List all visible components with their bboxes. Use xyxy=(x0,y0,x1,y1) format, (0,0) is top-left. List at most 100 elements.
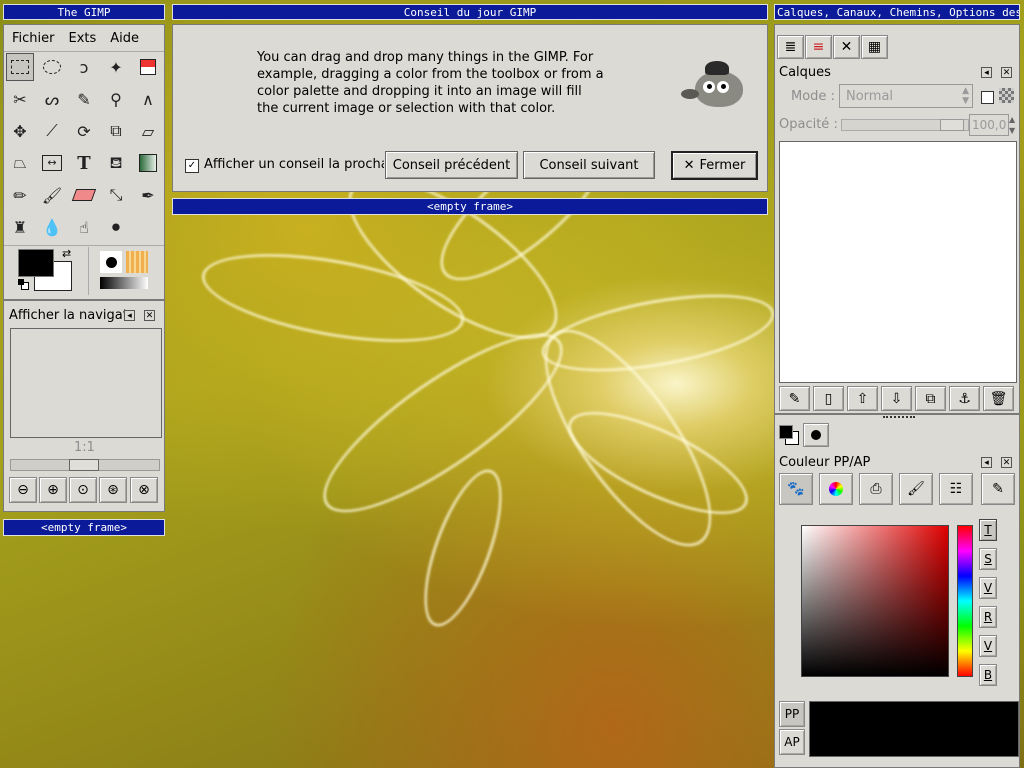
smudge-icon[interactable]: ☝ xyxy=(70,213,98,241)
navigation-zoom-slider[interactable] xyxy=(10,459,160,471)
close-icon[interactable]: ✕ xyxy=(1001,457,1012,468)
eraser-icon[interactable] xyxy=(70,181,98,209)
foreground-color-swatch[interactable] xyxy=(18,249,54,277)
zoom-one-button[interactable]: ⊙ xyxy=(69,477,97,503)
measure-icon[interactable]: ∧ xyxy=(134,85,162,113)
duplicate-layer-button[interactable]: ⧉ xyxy=(915,386,946,411)
shear-icon[interactable]: ▱ xyxy=(134,117,162,145)
dock-menu-icon[interactable]: ◂ xyxy=(124,310,135,321)
eyedropper-button[interactable]: ✎ xyxy=(981,473,1015,505)
bg-color-toggle[interactable]: AP xyxy=(779,729,805,755)
pattern-preview[interactable] xyxy=(126,251,148,273)
fg-color-toggle[interactable]: PP xyxy=(779,701,805,727)
fg-bg-mini-icon[interactable] xyxy=(779,425,799,445)
scales-button[interactable]: ☷ xyxy=(939,473,973,505)
move-icon[interactable]: ✥ xyxy=(6,117,34,145)
raise-layer-button[interactable]: ⇧ xyxy=(847,386,878,411)
zoom-out-button[interactable]: ⊖ xyxy=(9,477,37,503)
slider-handle[interactable] xyxy=(69,459,99,471)
layers-dock-titlebar[interactable]: Calques, Canaux, Chemins, Options des... xyxy=(774,4,1020,20)
gimp-selector-button[interactable]: 🐾 xyxy=(779,473,813,505)
channel-v-button[interactable]: V xyxy=(979,577,997,599)
zoom-fit-button[interactable]: ⊛ xyxy=(99,477,127,503)
channel-s-button[interactable]: S xyxy=(979,548,997,570)
color-picker-icon[interactable]: ✎ xyxy=(70,85,98,113)
next-tip-button[interactable]: Conseil suivant xyxy=(523,151,655,179)
crop-icon[interactable]: ⟋ xyxy=(38,117,66,145)
show-tip-checkbox[interactable]: ✓ xyxy=(185,159,199,173)
scissors-icon[interactable]: ✂ xyxy=(6,85,34,113)
lower-layer-button[interactable]: ⇩ xyxy=(881,386,912,411)
zoom-in-button[interactable]: ⊕ xyxy=(39,477,67,503)
zoom-icon[interactable]: ⚲ xyxy=(102,85,130,113)
flip-icon[interactable]: ↔ xyxy=(38,149,66,177)
default-colors-icon[interactable] xyxy=(18,279,29,290)
mode-value: Normal xyxy=(846,89,894,104)
dodge-burn-icon[interactable]: ⚫ xyxy=(102,213,130,241)
opacity-slider[interactable] xyxy=(841,119,969,131)
blend-icon[interactable] xyxy=(134,149,162,177)
close-icon[interactable]: ✕ xyxy=(144,310,155,321)
previous-tip-button[interactable]: Conseil précédent xyxy=(385,151,518,179)
paths-icon[interactable]: ᔕ xyxy=(38,85,66,113)
color-select-icon[interactable] xyxy=(134,53,162,81)
toolbox-menu-separator xyxy=(4,51,164,52)
show-tip-label[interactable]: Afficher un conseil la prochai xyxy=(204,157,384,172)
mode-select[interactable]: Normal ▲ ▼ xyxy=(839,84,973,108)
anchor-layer-button[interactable]: ⚓ xyxy=(949,386,980,411)
pencil-icon[interactable]: ✏ xyxy=(6,181,34,209)
scale-icon[interactable]: ⧉ xyxy=(102,117,130,145)
close-button[interactable]: ✕ Fermer xyxy=(671,151,758,180)
dock-menu-icon[interactable]: ◂ xyxy=(981,67,992,78)
tip-dialog-titlebar[interactable]: Conseil du jour GIMP xyxy=(172,4,768,20)
ink-icon[interactable]: ✒ xyxy=(134,181,162,209)
zoom-shrink-button[interactable]: ⊗ xyxy=(130,477,158,503)
toolbox-titlebar[interactable]: The GIMP xyxy=(3,4,165,20)
dock-menu-icon[interactable]: ◂ xyxy=(981,457,992,468)
channel-g-button[interactable]: V xyxy=(979,635,997,657)
menu-aide[interactable]: Aide xyxy=(110,31,139,46)
swap-colors-icon[interactable]: ⇄ xyxy=(62,247,71,260)
menu-exts[interactable]: Exts xyxy=(69,31,97,46)
ellipse-select-icon[interactable] xyxy=(38,53,66,81)
opacity-spinbox[interactable]: 100,0 xyxy=(969,114,1009,136)
brush-preview[interactable] xyxy=(100,251,122,273)
lasso-icon[interactable]: ↄ xyxy=(70,53,98,81)
rect-select-icon[interactable] xyxy=(6,53,34,81)
paintbrush-icon[interactable]: 🖌 xyxy=(38,181,66,209)
rotate-icon[interactable]: ⟳ xyxy=(70,117,98,145)
brush-mini-button[interactable] xyxy=(803,423,829,447)
perspective-icon[interactable]: ⏢ xyxy=(6,149,34,177)
cmyk-button[interactable]: ⎙ xyxy=(859,473,893,505)
gradient-preview[interactable] xyxy=(100,277,148,289)
convolve-icon[interactable]: 💧 xyxy=(38,213,66,241)
spin-arrows-icon[interactable]: ▲ ▼ xyxy=(1009,114,1019,136)
delete-layer-button[interactable]: 🗑 xyxy=(983,386,1014,411)
color-square[interactable] xyxy=(801,525,949,677)
keep-transparency-checkbox[interactable] xyxy=(981,91,994,104)
clone-icon[interactable]: ♜ xyxy=(6,213,34,241)
airbrush-icon[interactable]: ⤡ xyxy=(102,181,130,209)
dock-resize-handle[interactable] xyxy=(883,416,915,422)
hue-strip[interactable] xyxy=(957,525,973,677)
text-icon[interactable]: T xyxy=(70,149,98,177)
menu-fichier[interactable]: Fichier xyxy=(12,31,55,46)
watercolor-button[interactable]: 🖌 xyxy=(899,473,933,505)
magic-wand-icon[interactable]: ✦ xyxy=(102,53,130,81)
edit-layer-button[interactable]: ✎ xyxy=(779,386,810,411)
channel-h-button[interactable]: T xyxy=(979,519,997,541)
color-wheel-button[interactable] xyxy=(819,473,853,505)
navigation-preview[interactable] xyxy=(10,328,162,438)
layers-tab-icon[interactable]: ≣ xyxy=(777,35,804,59)
channels-tab-icon[interactable]: ≡ xyxy=(805,35,832,59)
new-layer-button[interactable]: ▯ xyxy=(813,386,844,411)
paths-tab-icon[interactable]: ✕ xyxy=(833,35,860,59)
bucket-fill-icon[interactable]: ⛾ xyxy=(102,149,130,177)
slider-handle[interactable] xyxy=(940,119,964,131)
color-panel-title: Couleur PP/AP xyxy=(779,455,871,470)
options-tab-icon[interactable]: ▦ xyxy=(861,35,888,59)
close-icon[interactable]: ✕ xyxy=(1001,67,1012,78)
channel-r-button[interactable]: R xyxy=(979,606,997,628)
layers-list[interactable] xyxy=(779,141,1017,383)
channel-b-button[interactable]: B xyxy=(979,664,997,686)
